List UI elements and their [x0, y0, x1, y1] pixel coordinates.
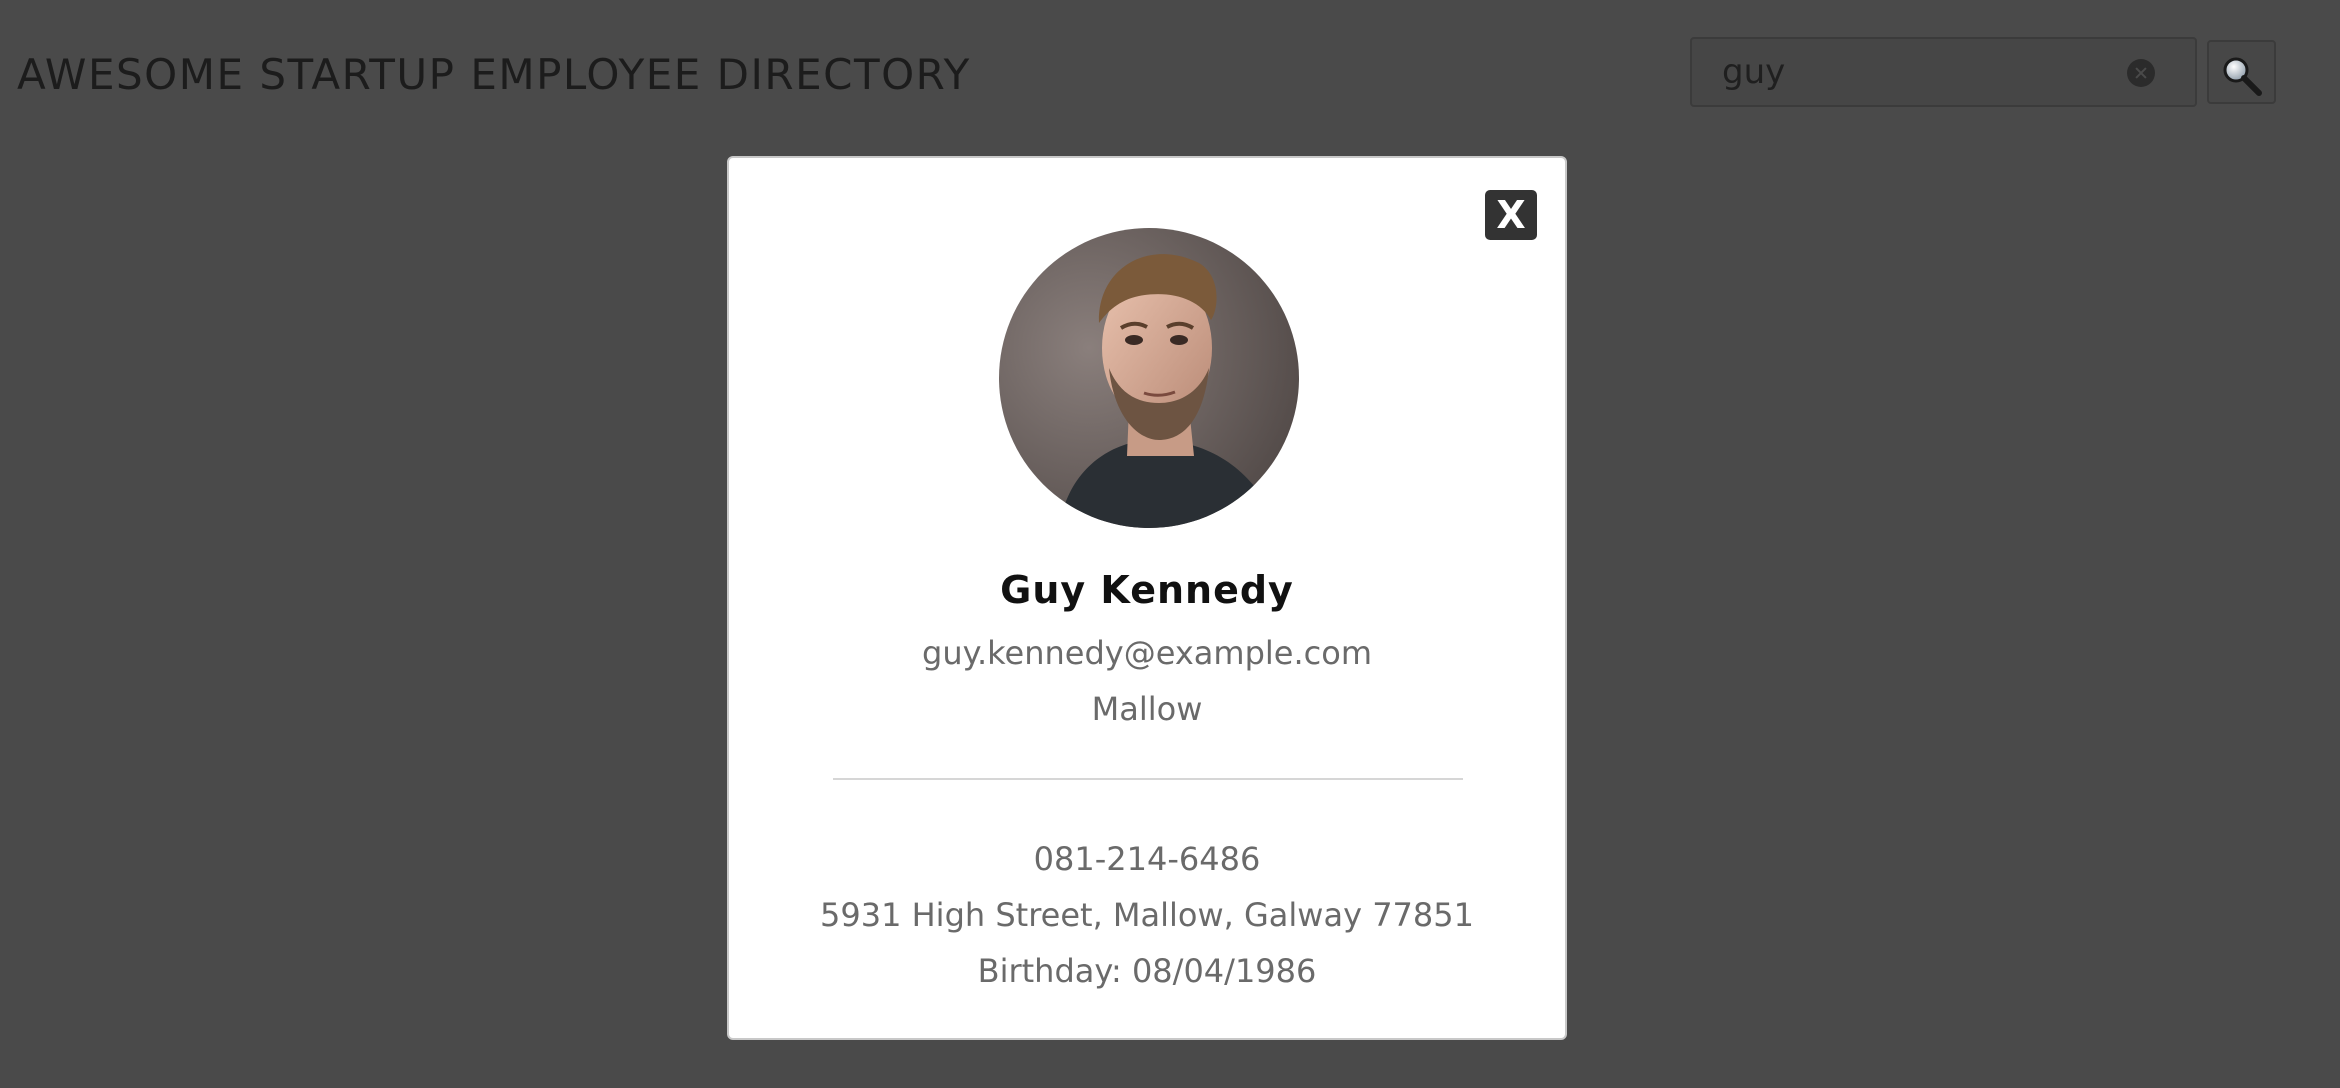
employee-address: 5931 High Street, Mallow, Galway 77851	[820, 896, 1474, 934]
magnifier-icon	[2223, 57, 2262, 96]
employee-city: Mallow	[1091, 690, 1203, 728]
employee-phone: 081-214-6486	[1033, 840, 1261, 878]
employee-avatar	[999, 228, 1299, 528]
search-box	[1690, 37, 2197, 107]
employee-name: Guy Kennedy	[1000, 568, 1294, 612]
employee-email: guy.kennedy@example.com	[922, 634, 1372, 672]
search-button[interactable]	[2207, 40, 2276, 104]
employee-birthday: Birthday: 08/04/1986	[977, 952, 1317, 990]
page-title: AWESOME STARTUP EMPLOYEE DIRECTORY	[17, 50, 971, 99]
close-modal-button[interactable]: X	[1485, 190, 1537, 240]
employee-modal: X Guy Kennedy guy.kennedy@example.com Ma…	[727, 156, 1567, 1040]
clear-search-icon[interactable]	[2127, 59, 2155, 87]
divider	[833, 778, 1463, 780]
search-input[interactable]	[1722, 39, 2102, 105]
